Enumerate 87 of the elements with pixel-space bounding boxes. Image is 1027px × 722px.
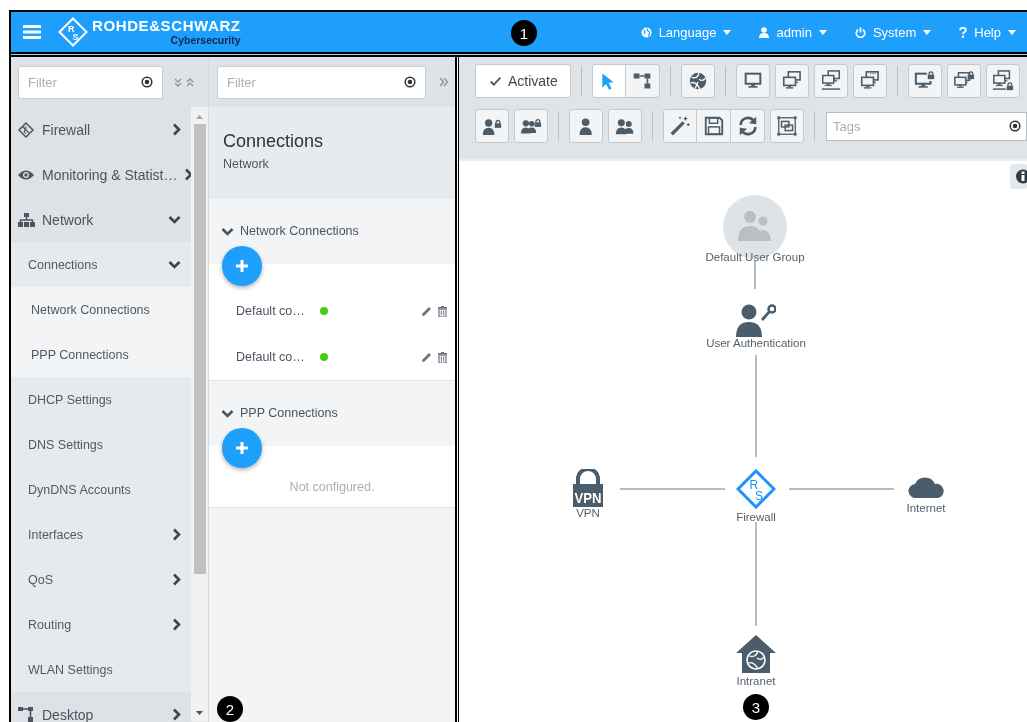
eye-icon <box>17 168 35 181</box>
magic-wand-icon <box>669 115 691 137</box>
caret-icon <box>923 29 932 35</box>
diamond-logo: R S <box>736 469 776 509</box>
node-label: Internet <box>906 502 946 515</box>
tool-button[interactable] <box>770 109 804 143</box>
tool-button[interactable] <box>697 109 731 143</box>
section-header[interactable]: Network Connections <box>209 223 455 239</box>
tool-button[interactable] <box>680 64 715 98</box>
filter-field[interactable]: Filter <box>18 65 163 99</box>
node-label: Intranet <box>736 675 776 688</box>
nav-item[interactable]: Firewall <box>11 107 191 152</box>
tool-button[interactable] <box>735 64 770 98</box>
nav-item[interactable]: Network Connections <box>11 287 191 332</box>
tool-button[interactable] <box>907 64 942 98</box>
activate-button[interactable]: Activate <box>475 64 571 98</box>
house-globe-icon <box>736 635 776 673</box>
sitemap-icon <box>17 212 35 227</box>
tool-button[interactable] <box>569 109 603 143</box>
tool-button[interactable] <box>946 64 981 98</box>
caret-icon <box>723 29 732 35</box>
node-label: User Authentication <box>706 337 806 350</box>
clear-icon[interactable] <box>1009 119 1021 132</box>
filter-field[interactable]: Filter <box>217 65 426 99</box>
hierarchy-icon <box>632 71 653 91</box>
menu-icon[interactable] <box>23 25 41 39</box>
pencil-icon[interactable] <box>421 305 432 317</box>
connection-name[interactable]: Default co… <box>236 350 320 364</box>
section-header[interactable]: PPP Connections <box>209 405 455 421</box>
tool-button[interactable] <box>852 64 887 98</box>
add-button[interactable] <box>222 246 262 286</box>
plus-icon <box>236 260 248 272</box>
check-icon <box>489 74 502 88</box>
monitor-stack-icon <box>858 70 881 92</box>
panel-title: Connections <box>223 131 325 152</box>
connection-name[interactable]: Default co… <box>236 304 320 318</box>
locked-network-icon <box>991 70 1014 92</box>
cloud-icon <box>908 476 944 498</box>
power-icon <box>854 26 866 38</box>
tool-button[interactable] <box>625 64 660 98</box>
tool-button[interactable] <box>663 109 697 143</box>
panel-subtitle: Network <box>223 157 270 171</box>
question-icon <box>959 26 968 38</box>
empty-message: Not configured. <box>288 479 376 496</box>
nav-item[interactable]: Network <box>11 197 191 242</box>
node-label: Firewall <box>736 511 776 524</box>
nav-item[interactable]: PPP Connections <box>11 332 191 377</box>
tool-button[interactable] <box>731 109 765 143</box>
add-button[interactable] <box>222 428 262 468</box>
trash-icon[interactable] <box>438 351 447 363</box>
callout-number: 3 <box>743 694 769 720</box>
logo-mark: R S <box>58 17 88 47</box>
caret-icon <box>1008 29 1016 35</box>
tool-button[interactable] <box>608 109 642 143</box>
tags-field[interactable]: Tags <box>826 111 1027 141</box>
node-label: Default User Group <box>705 251 805 264</box>
globe-icon <box>640 26 652 38</box>
nav-item[interactable]: Monitoring & Statist… <box>11 152 191 197</box>
callout-number: 1 <box>511 20 537 46</box>
node-label: VPN <box>576 507 600 520</box>
tool-button[interactable] <box>985 64 1020 98</box>
scrollbar[interactable] <box>191 107 208 721</box>
tool-button[interactable] <box>514 109 548 143</box>
logo-tagline: Cybersecurity <box>170 34 241 46</box>
logo-name: ROHDE&SCHWARZ <box>92 18 241 34</box>
user-key-icon <box>736 303 776 337</box>
flowchart-icon <box>18 707 34 722</box>
callout-number: 2 <box>217 696 243 722</box>
tool-button[interactable] <box>774 64 809 98</box>
pencil-icon[interactable] <box>421 351 432 363</box>
clear-icon[interactable] <box>141 75 153 88</box>
refresh-icon <box>736 115 759 137</box>
plus-icon <box>236 442 248 454</box>
nav-item[interactable]: Desktop <box>11 692 191 722</box>
caret-icon <box>818 29 827 35</box>
trash-icon[interactable] <box>438 305 447 317</box>
diamond-icon <box>18 121 34 138</box>
user-icon <box>759 26 770 38</box>
clear-icon[interactable] <box>404 75 416 88</box>
tool-button[interactable] <box>475 109 509 143</box>
tool-button[interactable] <box>813 64 848 98</box>
info-icon[interactable] <box>1010 164 1027 189</box>
networked-monitors-icon <box>819 70 842 92</box>
fit-frame-icon <box>776 115 798 137</box>
tool-button[interactable] <box>591 64 626 98</box>
two-monitors-icon <box>780 70 803 92</box>
connector-line <box>754 260 756 290</box>
